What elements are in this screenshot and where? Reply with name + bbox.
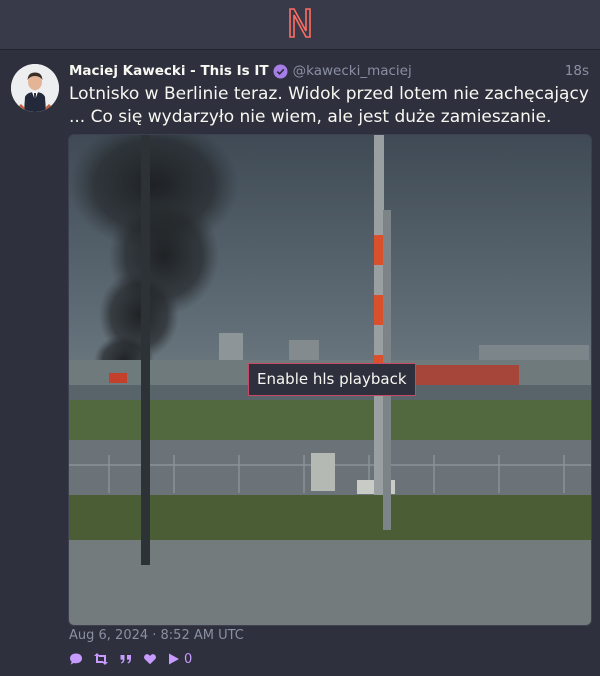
retweet-icon — [94, 653, 108, 665]
quote-icon — [120, 655, 131, 664]
logo-n-icon — [289, 7, 311, 38]
video-attachment[interactable]: Enable hls playback — [68, 134, 592, 626]
like-stat[interactable] — [143, 652, 157, 666]
tweet-header: Maciej Kawecki - This Is IT @kawecki_mac… — [69, 61, 589, 81]
author-username[interactable]: @kawecki_maciej — [293, 63, 412, 79]
avatar-image — [11, 64, 59, 112]
play-icon — [169, 653, 179, 665]
top-navbar — [0, 0, 600, 50]
tweet-timestamp[interactable]: 18s — [565, 63, 589, 79]
nitter-logo[interactable] — [286, 6, 314, 44]
avatar[interactable] — [11, 64, 59, 112]
tweet-text: Lotnisko w Berlinie teraz. Widok przed l… — [69, 83, 589, 129]
views-stat[interactable]: 0 — [167, 652, 192, 667]
heart-icon — [144, 654, 156, 665]
verified-badge-icon — [273, 64, 288, 79]
tweet-text-line: Lotnisko w Berlinie teraz. Widok przed l… — [69, 84, 589, 104]
enable-hls-playback-button[interactable]: Enable hls playback — [248, 363, 416, 396]
quote-stat[interactable] — [119, 652, 133, 666]
reply-stat[interactable] — [69, 652, 83, 666]
tweet-stats: 0 — [69, 650, 202, 668]
tweet-date[interactable]: Aug 6, 2024 · 8:52 AM UTC — [69, 628, 244, 643]
comment-icon — [70, 653, 82, 665]
author-fullname[interactable]: Maciej Kawecki - This Is IT — [69, 63, 269, 79]
tweet-text-line: ... Co się wydarzyło nie wiem, ale jest … — [69, 107, 552, 127]
views-count: 0 — [184, 651, 193, 667]
tweet-card[interactable]: Maciej Kawecki - This Is IT @kawecki_mac… — [0, 50, 600, 676]
retweet-stat[interactable] — [93, 652, 109, 666]
